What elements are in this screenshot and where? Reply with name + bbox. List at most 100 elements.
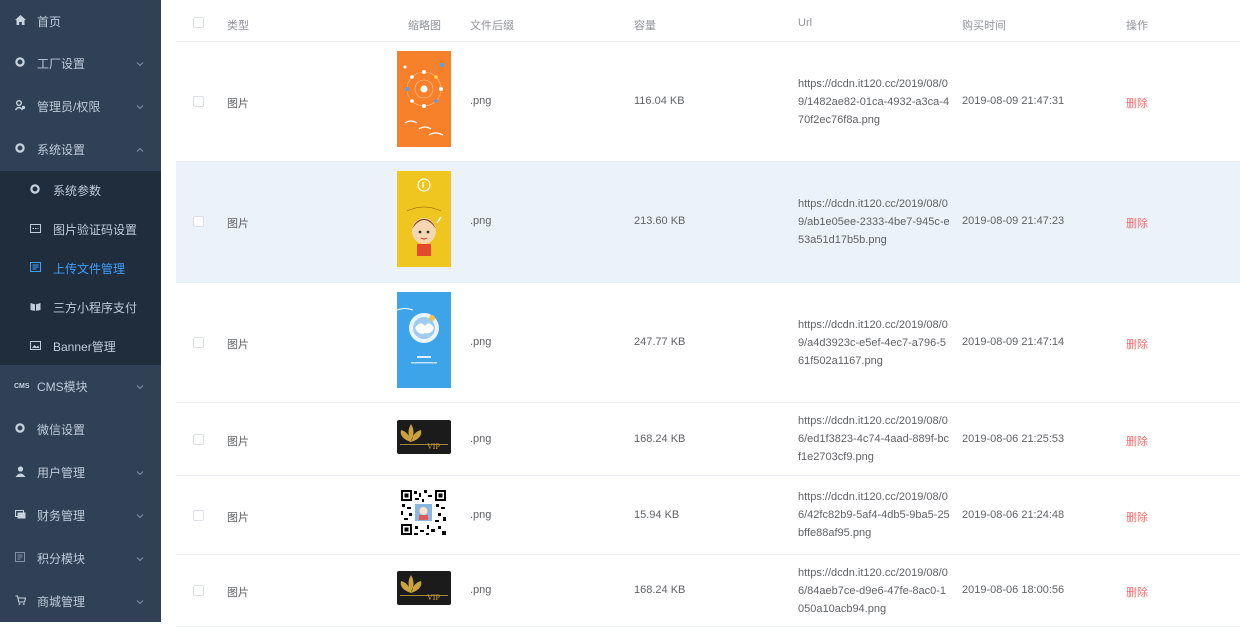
row-type: 图片: [227, 587, 249, 599]
row-time: 2019-08-06 21:25:53: [962, 433, 1065, 445]
row-url: https://dcdn.it120.cc/2019/08/06/ed1f382…: [798, 415, 950, 463]
sidebar-item-home[interactable]: 首页: [0, 0, 161, 43]
sidebar-subitem-banner[interactable]: Banner管理: [0, 327, 161, 366]
row-ext: .png: [470, 509, 492, 521]
sidebar-item-label: 微信设置: [37, 423, 86, 437]
row-url: https://dcdn.it120.cc/2019/08/06/42fc82b…: [798, 491, 950, 539]
sidebar-item-users[interactable]: 用户管理: [0, 451, 161, 494]
row-size: 116.04 KB: [634, 95, 685, 107]
header-time: 购买时间: [962, 20, 1006, 32]
chevron-down-icon: [136, 60, 144, 68]
sidebar-item-factory[interactable]: 工厂设置: [0, 42, 161, 85]
delete-button[interactable]: 删除: [1126, 336, 1148, 352]
row-time: 2019-08-09 21:47:14: [962, 336, 1065, 348]
sidebar-item-system-settings[interactable]: 系统设置: [0, 128, 161, 171]
chevron-down-icon: [136, 512, 144, 520]
sidebar-item-label: 首页: [37, 15, 62, 29]
admin-icon: [14, 99, 26, 114]
gear-icon: [29, 184, 41, 197]
sidebar-item-admin[interactable]: 管理员/权限: [0, 85, 161, 128]
delete-button[interactable]: 删除: [1126, 509, 1148, 525]
table-row: 图片 .png 116.04 KB https://dcdn.it120.cc/…: [176, 42, 1240, 162]
row-time: 2019-08-09 21:47:23: [962, 215, 1065, 227]
sidebar-item-label: CMS模块: [37, 380, 88, 394]
thumbnail-image[interactable]: VIP: [397, 420, 451, 454]
row-checkbox[interactable]: [193, 510, 204, 521]
delete-button[interactable]: 删除: [1126, 584, 1148, 600]
thumbnail-image[interactable]: VIP: [397, 571, 451, 605]
gear-icon: [14, 423, 26, 436]
row-checkbox[interactable]: [193, 434, 204, 445]
cms-icon: CMS: [14, 383, 30, 390]
row-url: https://dcdn.it120.cc/2019/08/06/84aeb7c…: [798, 567, 948, 615]
thumbnail-image[interactable]: [400, 489, 447, 536]
row-checkbox[interactable]: [193, 585, 204, 596]
sidebar: 首页 工厂设置 管理员/权限 系统设置 系统参数 图片验证码设置 上传文件管理 …: [0, 0, 161, 622]
row-type: 图片: [227, 98, 249, 110]
user-icon: [14, 465, 26, 480]
row-type: 图片: [227, 218, 249, 230]
row-type: 图片: [227, 512, 249, 524]
row-checkbox[interactable]: [193, 216, 204, 227]
vip-label: VIP: [427, 593, 440, 602]
thumbnail-image[interactable]: [397, 171, 451, 267]
chevron-down-icon: [136, 598, 144, 606]
header-url: Url: [798, 17, 813, 29]
sidebar-item-wechat[interactable]: 微信设置: [0, 408, 161, 451]
sidebar-item-label: 积分模块: [37, 552, 86, 566]
table-row: 图片 .png 213.60 KB https://dcdn.it120.cc/…: [176, 162, 1240, 283]
row-type: 图片: [227, 436, 249, 448]
row-checkbox[interactable]: [193, 337, 204, 348]
table-row: 图片 VIP .png 168.24 KB https://dcdn.it120…: [176, 555, 1240, 627]
sidebar-subitem-upload-files[interactable]: 上传文件管理: [0, 249, 161, 288]
delete-button[interactable]: 删除: [1126, 95, 1148, 111]
sidebar-item-label: 工厂设置: [37, 57, 86, 71]
header-type: 类型: [227, 20, 249, 32]
main-content: 类型 缩略图 文件后缀 容量 Url 购买时间 操作 图片 .png 116.0…: [161, 0, 1240, 627]
delete-button[interactable]: 删除: [1126, 433, 1148, 449]
sidebar-item-finance[interactable]: 财务管理: [0, 494, 161, 537]
sidebar-item-label: 系统设置: [37, 143, 86, 157]
table-row: 图片 .png 247.77 KB https://dcdn.it120.cc/…: [176, 283, 1240, 403]
home-icon: [14, 15, 26, 28]
header-thumb: 缩略图: [408, 20, 441, 32]
header-size: 容量: [634, 20, 656, 32]
captcha-icon: [29, 223, 41, 236]
sidebar-subitem-captcha[interactable]: 图片验证码设置: [0, 210, 161, 249]
sidebar-subitem-miniprogram-pay[interactable]: 三方小程序支付: [0, 288, 161, 327]
row-size: 213.60 KB: [634, 215, 686, 227]
row-ext: .png: [470, 584, 492, 596]
sidebar-item-label: 管理员/权限: [37, 100, 101, 114]
thumbnail-image[interactable]: [397, 51, 451, 147]
select-all-checkbox[interactable]: [193, 17, 204, 28]
delete-button[interactable]: 删除: [1126, 215, 1148, 231]
sidebar-subitem-label: 三方小程序支付: [53, 301, 138, 315]
sidebar-subitem-label: Banner管理: [53, 340, 116, 354]
row-ext: .png: [470, 336, 492, 348]
row-ext: .png: [470, 95, 492, 107]
sidebar-subitem-label: 上传文件管理: [53, 262, 126, 276]
table-row: 图片 .png 15.94 KB https://dcdn.it120.cc/2…: [176, 476, 1240, 555]
row-time: 2019-08-06 18:00:56: [962, 584, 1065, 596]
sidebar-item-label: 商城管理: [37, 595, 86, 609]
row-checkbox[interactable]: [193, 96, 204, 107]
row-size: 168.24 KB: [634, 433, 686, 445]
chevron-down-icon: [136, 555, 144, 563]
sidebar-item-points[interactable]: 积分模块: [0, 537, 161, 580]
row-ext: .png: [470, 433, 492, 445]
row-url: https://dcdn.it120.cc/2019/08/09/1482ae8…: [798, 78, 950, 126]
sidebar-item-cms[interactable]: CMS CMS模块: [0, 365, 161, 408]
sidebar-subitem-label: 图片验证码设置: [53, 223, 138, 237]
row-type: 图片: [227, 339, 249, 351]
sidebar-subitem-system-params[interactable]: 系统参数: [0, 171, 161, 210]
sidebar-item-shop[interactable]: 商城管理: [0, 580, 161, 623]
table-row: 图片 VIP .png 168.24 KB https://dcdn.it120…: [176, 403, 1240, 476]
vip-label: VIP: [427, 442, 440, 451]
header-ext: 文件后缀: [470, 20, 514, 32]
table-header: 类型 缩略图 文件后缀 容量 Url 购买时间 操作: [176, 0, 1240, 42]
row-ext: .png: [470, 215, 492, 227]
sidebar-item-label: 用户管理: [37, 466, 86, 480]
row-url: https://dcdn.it120.cc/2019/08/09/ab1e05e…: [798, 198, 950, 246]
thumbnail-image[interactable]: [397, 292, 451, 388]
row-url: https://dcdn.it120.cc/2019/08/09/a4d3923…: [798, 319, 948, 367]
